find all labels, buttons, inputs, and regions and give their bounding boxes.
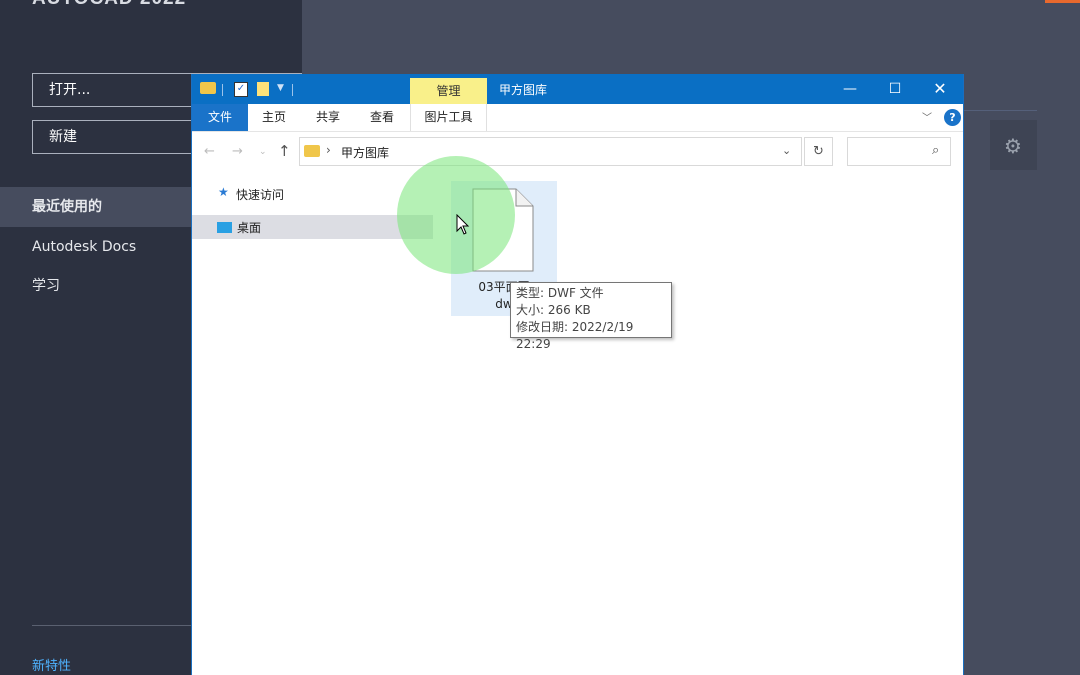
desktop-icon bbox=[217, 222, 232, 233]
search-icon[interactable]: ⌕ bbox=[932, 143, 939, 158]
breadcrumb[interactable]: 甲方图库 bbox=[341, 144, 389, 161]
file-explorer-window: ✓ ▼ 管理 甲方图库 — ☐ ✕ 文件 主页 共享 查看 图片工具 ﹀ ? ←… bbox=[191, 74, 964, 675]
title-bar[interactable]: ✓ ▼ 管理 甲方图库 — ☐ ✕ bbox=[192, 74, 963, 105]
file-tooltip: 类型: DWF 文件 大小: 266 KB 修改日期: 2022/2/19 22… bbox=[510, 282, 672, 351]
tooltip-modified: 修改日期: 2022/2/19 22:29 bbox=[516, 320, 634, 351]
tab-picture-tools[interactable]: 图片工具 bbox=[410, 104, 487, 131]
search-input[interactable]: ⌕ bbox=[847, 137, 951, 166]
tab-file[interactable]: 文件 bbox=[192, 104, 248, 131]
refresh-icon[interactable]: ↻ bbox=[804, 137, 833, 166]
toolbar-separator bbox=[292, 84, 293, 96]
minimize-button[interactable]: — bbox=[827, 74, 873, 104]
chevron-down-icon[interactable]: ﹀ bbox=[922, 109, 932, 124]
autocad-app-title: AUTOCAD 2022 bbox=[32, 0, 186, 10]
navigation-bar: ← → ⌄ ↑ › 甲方图库 ⌄ ↻ ⌕ bbox=[192, 132, 963, 170]
tooltip-size: 大小: 266 KB bbox=[516, 303, 591, 317]
up-arrow-icon[interactable]: ↑ bbox=[278, 142, 291, 160]
tooltip-type: 类型: DWF 文件 bbox=[516, 286, 604, 300]
star-icon: ★ bbox=[218, 185, 229, 199]
chevron-right-icon[interactable]: › bbox=[326, 143, 331, 157]
whats-new-link[interactable]: 新特性 bbox=[32, 655, 71, 674]
customize-toolbar-icon[interactable]: ▼ bbox=[277, 83, 284, 93]
new-folder-icon[interactable] bbox=[257, 82, 269, 96]
recent-locations-icon[interactable]: ⌄ bbox=[259, 147, 267, 157]
mouse-cursor-icon bbox=[456, 214, 470, 235]
tab-home[interactable]: 主页 bbox=[248, 104, 300, 131]
chevron-down-icon[interactable]: ⌄ bbox=[782, 144, 791, 157]
address-bar[interactable]: › 甲方图库 ⌄ bbox=[299, 137, 802, 166]
properties-icon[interactable]: ✓ bbox=[234, 82, 248, 97]
tab-manage[interactable]: 管理 bbox=[410, 78, 487, 105]
gear-icon[interactable]: ⚙ bbox=[1004, 134, 1022, 158]
folder-icon[interactable] bbox=[200, 82, 216, 94]
help-icon[interactable]: ? bbox=[944, 109, 961, 126]
toolbar-separator bbox=[222, 84, 223, 96]
tab-view[interactable]: 查看 bbox=[356, 104, 408, 131]
maximize-button[interactable]: ☐ bbox=[872, 74, 918, 104]
tab-share[interactable]: 共享 bbox=[302, 104, 354, 131]
back-arrow-icon[interactable]: ← bbox=[204, 144, 215, 159]
window-title: 甲方图库 bbox=[499, 83, 548, 97]
navigation-pane: ★ 快速访问 桌面 bbox=[192, 170, 437, 675]
folder-icon bbox=[304, 145, 320, 157]
accent-bar bbox=[1045, 0, 1080, 3]
ribbon-tabs: 文件 主页 共享 查看 图片工具 ﹀ ? bbox=[192, 104, 963, 132]
nav-item-label: 快速访问 bbox=[236, 188, 285, 202]
close-button[interactable]: ✕ bbox=[917, 74, 963, 104]
nav-item-label: 桌面 bbox=[237, 221, 262, 235]
forward-arrow-icon[interactable]: → bbox=[232, 144, 243, 159]
